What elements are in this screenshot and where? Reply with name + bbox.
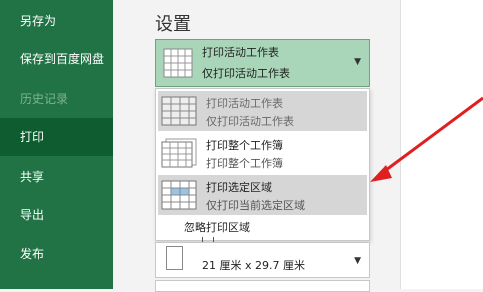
annotation-arrow — [370, 96, 483, 182]
arrow-shaft — [381, 96, 483, 175]
